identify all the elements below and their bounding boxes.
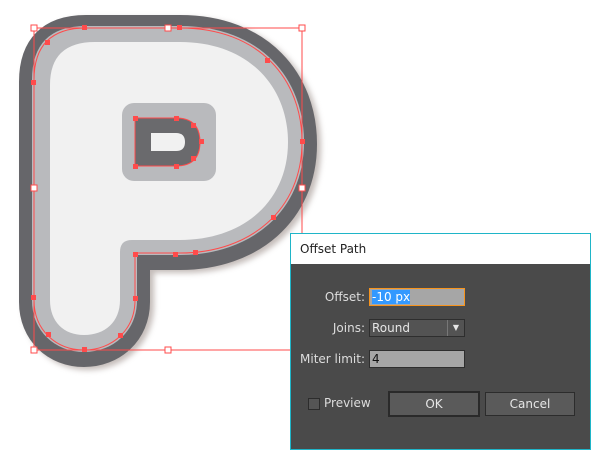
offset-path-dialog: Offset Path Offset: -10 px Joins: Round ▼… xyxy=(290,233,591,450)
resize-handle-b xyxy=(164,346,172,354)
chevron-down-icon: ▼ xyxy=(447,320,464,336)
dialog-title: Offset Path xyxy=(291,234,590,264)
offset-value: -10 px xyxy=(372,290,411,304)
joins-value: Round xyxy=(372,321,410,335)
resize-handle-r xyxy=(298,184,306,192)
resize-handle-tl xyxy=(30,24,38,32)
miter-limit-input[interactable]: 4 xyxy=(369,350,465,368)
resize-handle-t xyxy=(164,24,172,32)
offset-input[interactable]: -10 px xyxy=(369,288,465,306)
resize-handle-l xyxy=(30,184,38,192)
miter-limit-label: Miter limit: xyxy=(300,352,365,366)
letter-p-artwork[interactable] xyxy=(19,15,321,370)
preview-label[interactable]: Preview xyxy=(324,396,371,410)
joins-dropdown[interactable]: Round ▼ xyxy=(369,319,465,337)
preview-checkbox[interactable] xyxy=(308,398,320,410)
offset-label: Offset: xyxy=(324,290,365,304)
ok-button[interactable]: OK xyxy=(388,391,480,417)
resize-handle-tr xyxy=(298,24,306,32)
joins-label: Joins: xyxy=(332,321,365,335)
resize-handle-bl xyxy=(30,346,38,354)
cancel-button[interactable]: Cancel xyxy=(485,392,575,416)
